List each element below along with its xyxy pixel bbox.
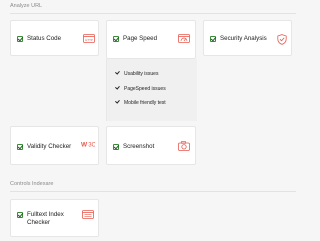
fulltext-index-checker-label-line2: Checker <box>27 219 51 226</box>
section-title-analyze-url: Analyze URL <box>10 3 43 9</box>
option-mobile-friendly-test[interactable]: Mobile friendly test <box>115 99 166 106</box>
option-pagespeed-issues[interactable]: PageSpeed issues <box>115 85 166 92</box>
card-validity-checker[interactable]: Validity Checker W 3C <box>10 126 99 165</box>
svg-text:W: W <box>81 142 88 149</box>
shield-icon <box>277 34 287 45</box>
check-icon <box>115 85 120 90</box>
card-security-analysis[interactable]: Security Analysis <box>203 20 292 56</box>
fulltext-index-checker-label-line1: Fulltext Index <box>27 211 64 218</box>
security-analysis-checkbox[interactable] <box>210 36 216 42</box>
fulltext-index-checker-checkbox[interactable] <box>17 212 23 218</box>
validity-checker-checkbox[interactable] <box>17 144 23 150</box>
http-window-icon: HTTP <box>83 34 95 43</box>
option-label: Mobile friendly test <box>124 100 166 106</box>
section-divider <box>10 191 296 192</box>
screenshot-label: Screenshot <box>123 143 155 150</box>
validity-checker-label: Validity Checker <box>27 143 72 150</box>
card-screenshot[interactable]: Screenshot <box>106 126 196 165</box>
card-status-code[interactable]: Status Code HTTP <box>10 20 99 56</box>
status-code-checkbox[interactable] <box>17 36 23 42</box>
w3c-icon: W 3C <box>81 142 95 149</box>
card-fulltext-index-checker[interactable]: Fulltext Index Checker <box>10 199 99 237</box>
speed-window-icon <box>178 34 190 43</box>
camera-icon <box>178 141 190 151</box>
screenshot-checkbox[interactable] <box>113 144 119 150</box>
status-code-label: Status Code <box>27 35 62 42</box>
security-analysis-label: Security Analysis <box>220 35 267 42</box>
svg-text:HTTP: HTTP <box>85 38 93 42</box>
svg-text:3C: 3C <box>88 143 95 149</box>
card-page-speed[interactable]: Page Speed <box>106 20 196 59</box>
check-icon <box>115 99 120 104</box>
section-divider <box>10 13 296 14</box>
check-icon <box>115 70 120 75</box>
section-title-controls-indexare: Controls Indexare <box>10 181 54 187</box>
option-usability-issues[interactable]: Usability issues <box>115 70 158 77</box>
option-label: Usability issues <box>124 71 159 77</box>
option-label: PageSpeed issues <box>124 86 166 92</box>
page-speed-checkbox[interactable] <box>113 36 119 42</box>
page-speed-label: Page Speed <box>123 35 158 42</box>
page-speed-options-panel: Usability issues PageSpeed issues Mobile… <box>106 59 197 121</box>
index-window-icon <box>82 210 94 219</box>
